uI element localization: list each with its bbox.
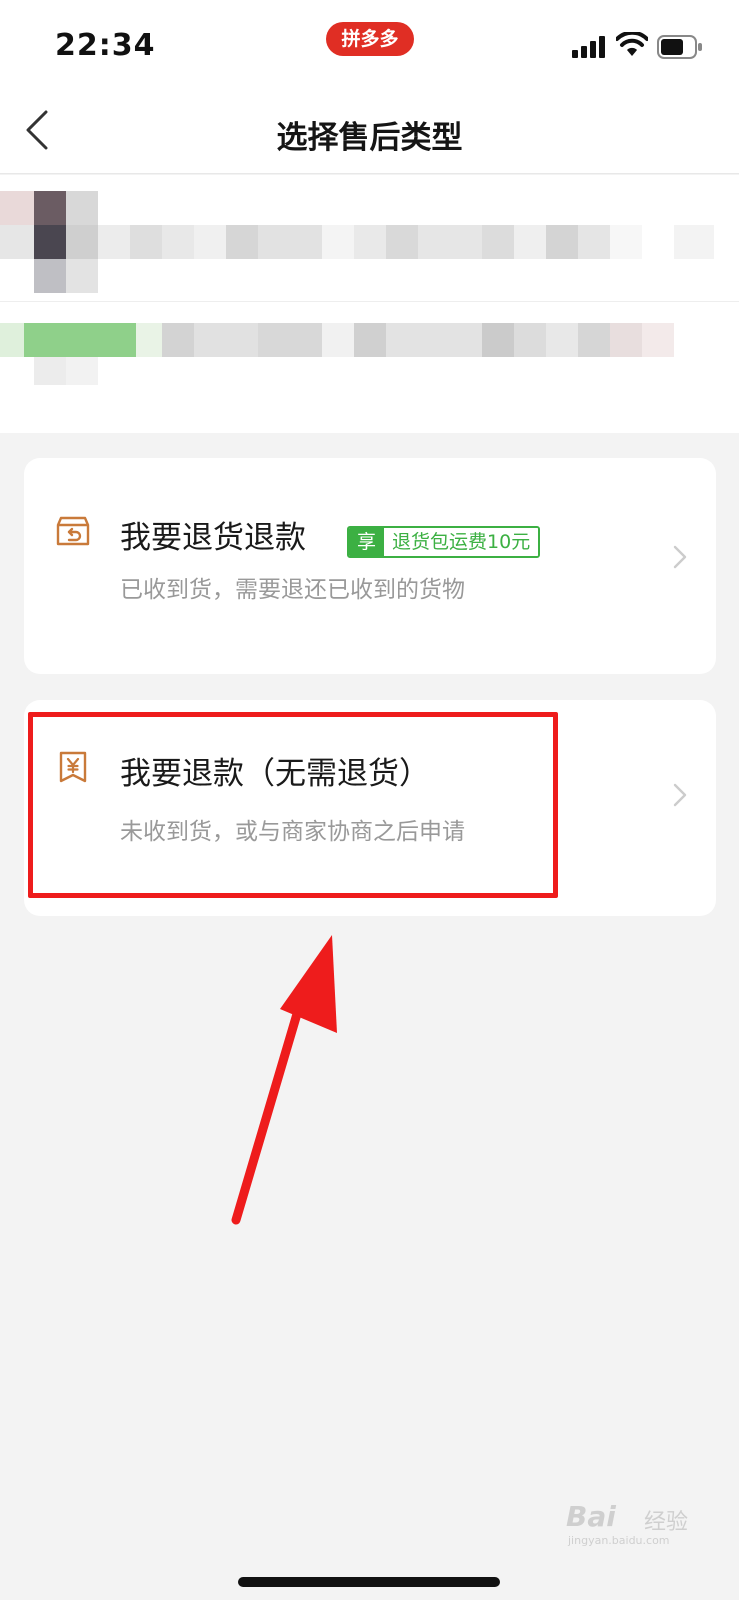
- chevron-right-icon: [673, 545, 687, 569]
- return-package-icon: [56, 516, 90, 546]
- status-bar: 22:34 拼多多: [0, 0, 739, 88]
- baidu-jingyan-watermark: Bai 经验 jingyan.baidu.com: [566, 1500, 716, 1552]
- battery-icon: [657, 35, 702, 59]
- option-return-refund[interactable]: 我要退货退款 享 退货包运费10元 已收到货，需要退还已收到的货物: [24, 458, 716, 674]
- page-title: 选择售后类型: [276, 120, 463, 156]
- free-return-shipping-tag: 享 退货包运费10元: [347, 526, 541, 558]
- watermark-brand-suffix: 经验: [644, 1510, 689, 1535]
- wifi-icon: [616, 32, 648, 56]
- option-description: 未收到货，或与商家协商之后申请: [120, 819, 465, 845]
- option-description: 已收到货，需要退还已收到的货物: [120, 577, 465, 603]
- status-time: 22:34: [55, 28, 156, 63]
- tag-text: 退货包运费10元: [384, 528, 539, 556]
- option-refund-only[interactable]: 我要退款（无需退货） 未收到货，或与商家协商之后申请: [24, 700, 716, 916]
- arrow-up-annotation: [231, 935, 337, 1225]
- signal-icon: [572, 36, 606, 58]
- watermark-url: jingyan.baidu.com: [568, 1534, 670, 1547]
- home-indicator[interactable]: [238, 1577, 500, 1587]
- option-title: 我要退款（无需退货）: [120, 756, 430, 792]
- chevron-right-icon: [673, 783, 687, 807]
- watermark-brand: Bai: [566, 1500, 616, 1533]
- tag-enjoy-label: 享: [349, 528, 385, 556]
- refund-yen-icon: [59, 751, 87, 783]
- app-badge: 拼多多: [326, 22, 414, 56]
- screen: 22:34 拼多多 选择售后类型 我要退货退款 享 退货包运费10元 已收到货，…: [0, 0, 739, 1600]
- nav-bar: 选择售后类型: [0, 88, 739, 174]
- product-info-blurred: [0, 175, 739, 433]
- option-title: 我要退货退款: [120, 520, 306, 556]
